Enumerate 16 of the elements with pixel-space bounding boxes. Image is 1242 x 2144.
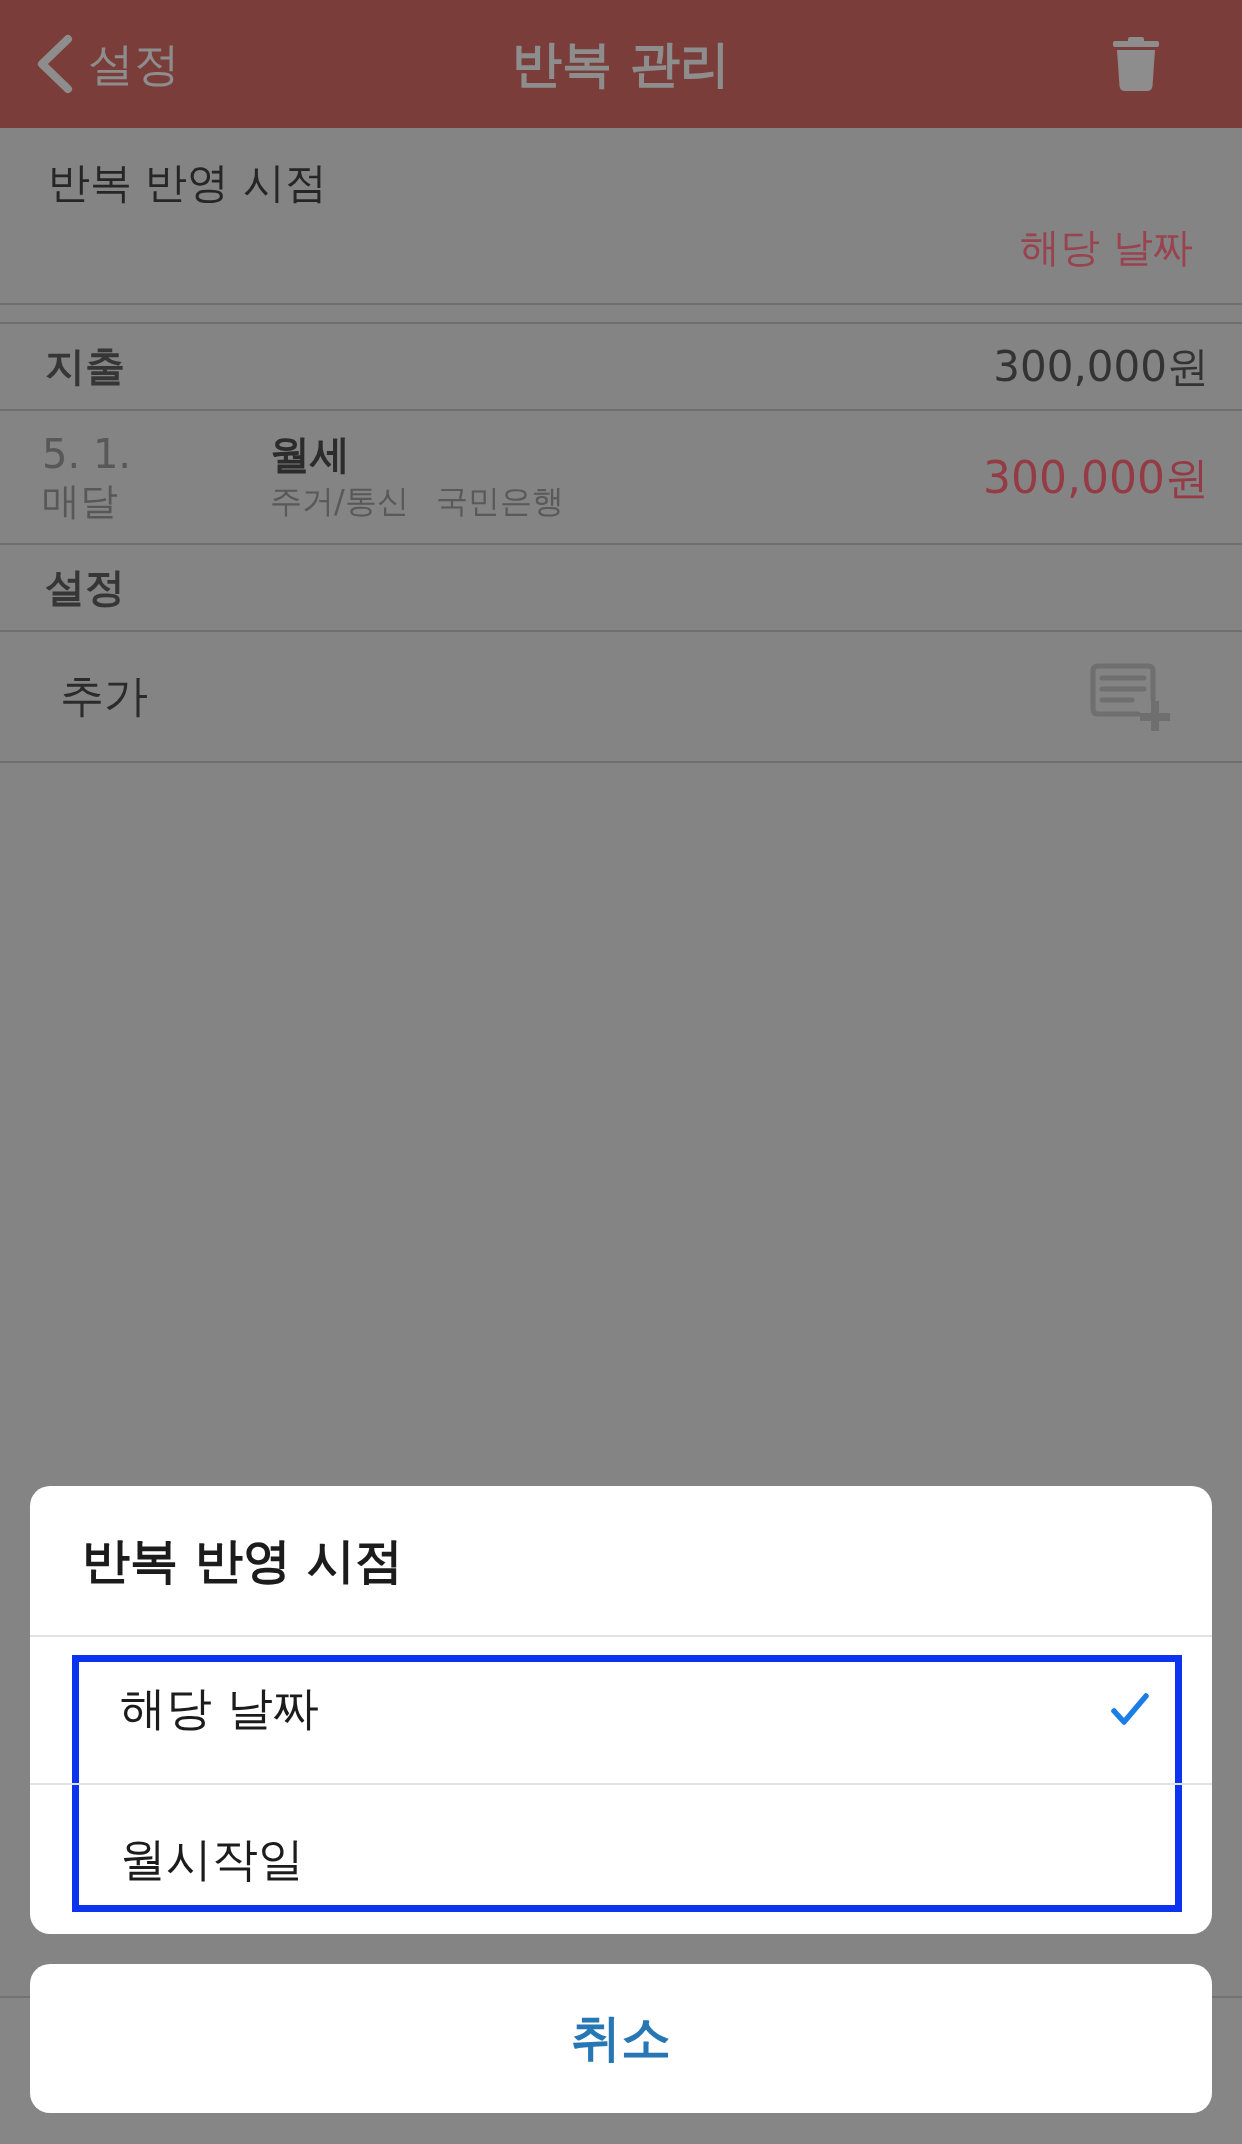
nav-title: 반복 관리 xyxy=(512,34,730,94)
sheet-option[interactable]: 월시작일 xyxy=(79,1785,1175,1905)
section-total: 300,000원 xyxy=(993,340,1209,393)
add-row-button[interactable]: 추가 xyxy=(0,632,1242,763)
transaction-amount: 300,000원 xyxy=(983,451,1209,505)
checkmark-icon xyxy=(1111,1692,1149,1726)
sheet-title: 반복 반영 시점 xyxy=(82,1530,404,1590)
section-header: 지출 xyxy=(45,342,125,391)
cancel-button[interactable]: 취소 xyxy=(30,1964,1212,2113)
transaction-name: 월세 xyxy=(270,430,350,479)
delete-button[interactable] xyxy=(1113,37,1159,91)
setting-label: 반복 반영 시점 xyxy=(48,158,327,208)
back-button[interactable]: 설정 xyxy=(36,34,180,94)
section-header: 설정 xyxy=(45,563,125,612)
chevron-left-icon xyxy=(36,34,74,94)
trash-icon xyxy=(1113,37,1159,91)
